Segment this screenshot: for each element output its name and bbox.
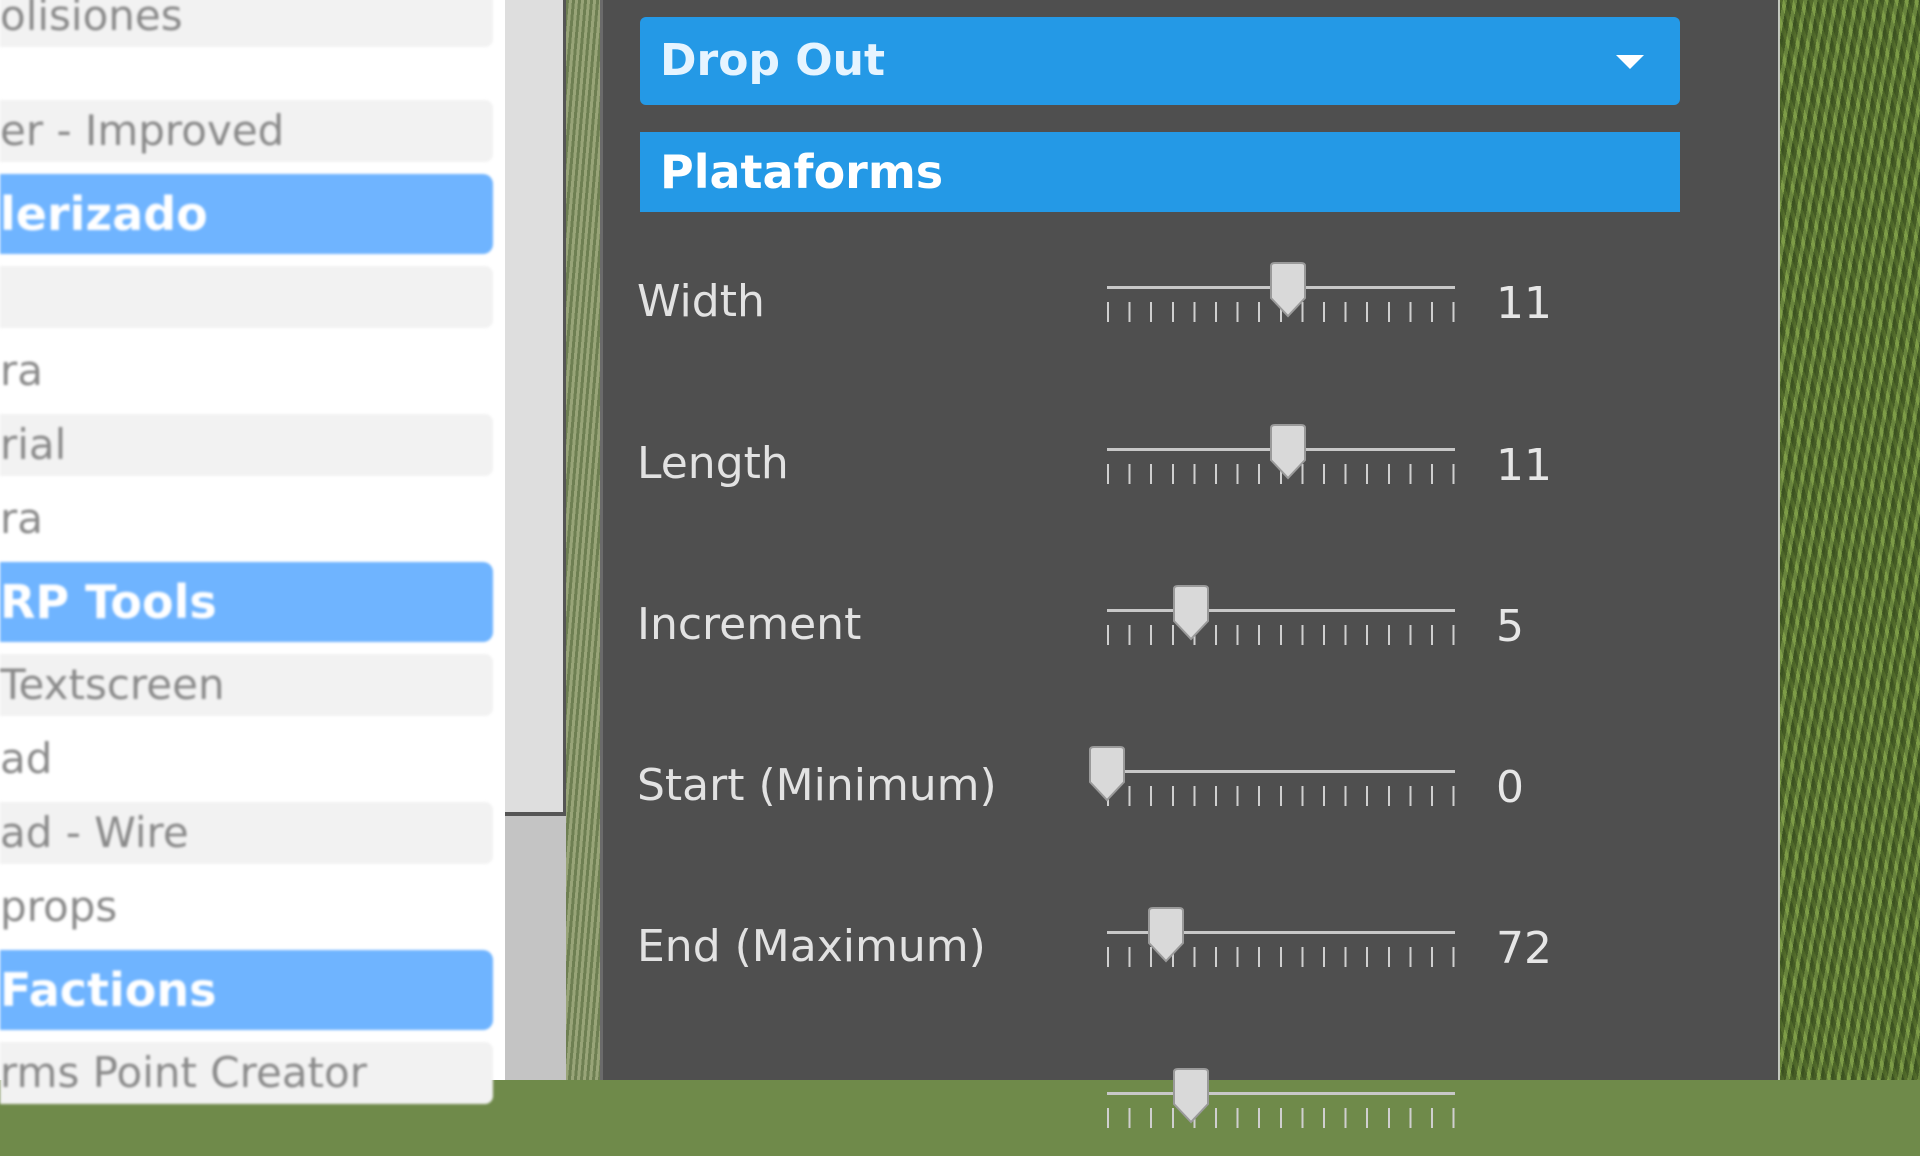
- slider-track[interactable]: [1107, 609, 1455, 612]
- spawn-list-item[interactable]: ad - Wire: [0, 802, 493, 864]
- item-label: ra: [0, 494, 44, 543]
- slider-ticks: [1107, 786, 1457, 806]
- scrollbar-thumb[interactable]: [505, 0, 566, 816]
- slider-value[interactable]: 11: [1496, 276, 1552, 332]
- slider-thumb[interactable]: [1145, 907, 1187, 965]
- spawn-list-panel: olisiones er - Improved lerizado ra rial ra RP…: [0, 0, 505, 1104]
- slider-track[interactable]: [1107, 770, 1455, 773]
- spawn-list-item[interactable]: olisiones: [0, 0, 493, 47]
- slider-label: Start (Minimum): [637, 760, 997, 811]
- slider-label: Length: [637, 438, 789, 489]
- slider-row: Increment 5: [603, 573, 1778, 673]
- slider-row: Length 11: [603, 412, 1778, 512]
- slider-row: End (Maximum) 72: [603, 895, 1778, 995]
- background-grass-right: [1780, 0, 1920, 1080]
- slider-thumb[interactable]: [1170, 1068, 1212, 1126]
- slider-thumb[interactable]: [1267, 262, 1309, 320]
- dropdown-selected-value: Drop Out: [660, 35, 886, 86]
- slider-value[interactable]: 0: [1496, 760, 1524, 816]
- slider-track[interactable]: [1107, 1092, 1455, 1095]
- slider-value[interactable]: 72: [1496, 921, 1552, 977]
- slider-row: [603, 1056, 1778, 1156]
- slider-ticks: [1107, 625, 1457, 645]
- slider-ticks: [1107, 1108, 1457, 1128]
- spawn-list-item[interactable]: [0, 266, 493, 328]
- slider-value[interactable]: 11: [1496, 438, 1552, 494]
- item-label: ra: [0, 346, 44, 395]
- item-label: Textscreen: [0, 660, 225, 709]
- category-label: lerizado: [0, 187, 208, 241]
- category-title: Plataforms: [660, 145, 944, 199]
- item-label: rial: [0, 420, 67, 469]
- slider-thumb[interactable]: [1086, 746, 1128, 804]
- spawn-list-category-header[interactable]: Factions: [0, 950, 493, 1030]
- item-label: rms Point Creator: [0, 1048, 367, 1097]
- slider-value[interactable]: 5: [1496, 599, 1524, 655]
- chevron-down-icon: [1616, 55, 1644, 69]
- spawn-list-item[interactable]: props: [0, 876, 493, 938]
- slider-thumb[interactable]: [1170, 585, 1212, 643]
- item-label: ad: [0, 734, 53, 783]
- spawn-list-item[interactable]: ad: [0, 728, 493, 790]
- slider-label: End (Maximum): [637, 921, 986, 972]
- item-label: olisiones: [0, 0, 183, 40]
- slider-row: Start (Minimum) 0: [603, 734, 1778, 834]
- mode-dropdown[interactable]: Drop Out: [640, 17, 1680, 105]
- spawn-list-item[interactable]: Textscreen: [0, 654, 493, 716]
- spawn-list-category-header[interactable]: lerizado: [0, 174, 493, 254]
- spawn-list-item[interactable]: rms Point Creator: [0, 1042, 493, 1104]
- category-label: Factions: [0, 963, 217, 1017]
- spawn-list-item[interactable]: ra: [0, 488, 493, 550]
- item-label: er - Improved: [0, 106, 285, 155]
- slider-row: Width 11: [603, 250, 1778, 350]
- category-header[interactable]: Plataforms: [640, 132, 1680, 212]
- slider-thumb[interactable]: [1267, 424, 1309, 482]
- background-grass-left: [566, 0, 600, 1080]
- tool-options-panel: Drop Out Plataforms Width 11 Length 11 Incre…: [600, 0, 1778, 1128]
- slider-label: Increment: [637, 599, 862, 650]
- spawn-list-item[interactable]: rial: [0, 414, 493, 476]
- slider-label: Width: [637, 276, 765, 327]
- item-label: props: [0, 882, 118, 931]
- spawn-list-item[interactable]: er - Improved: [0, 100, 493, 162]
- item-label: ad - Wire: [0, 808, 189, 857]
- category-label: RP Tools: [0, 575, 217, 629]
- spawn-list-item[interactable]: ra: [0, 340, 493, 402]
- spawn-list-category-header[interactable]: RP Tools: [0, 562, 493, 642]
